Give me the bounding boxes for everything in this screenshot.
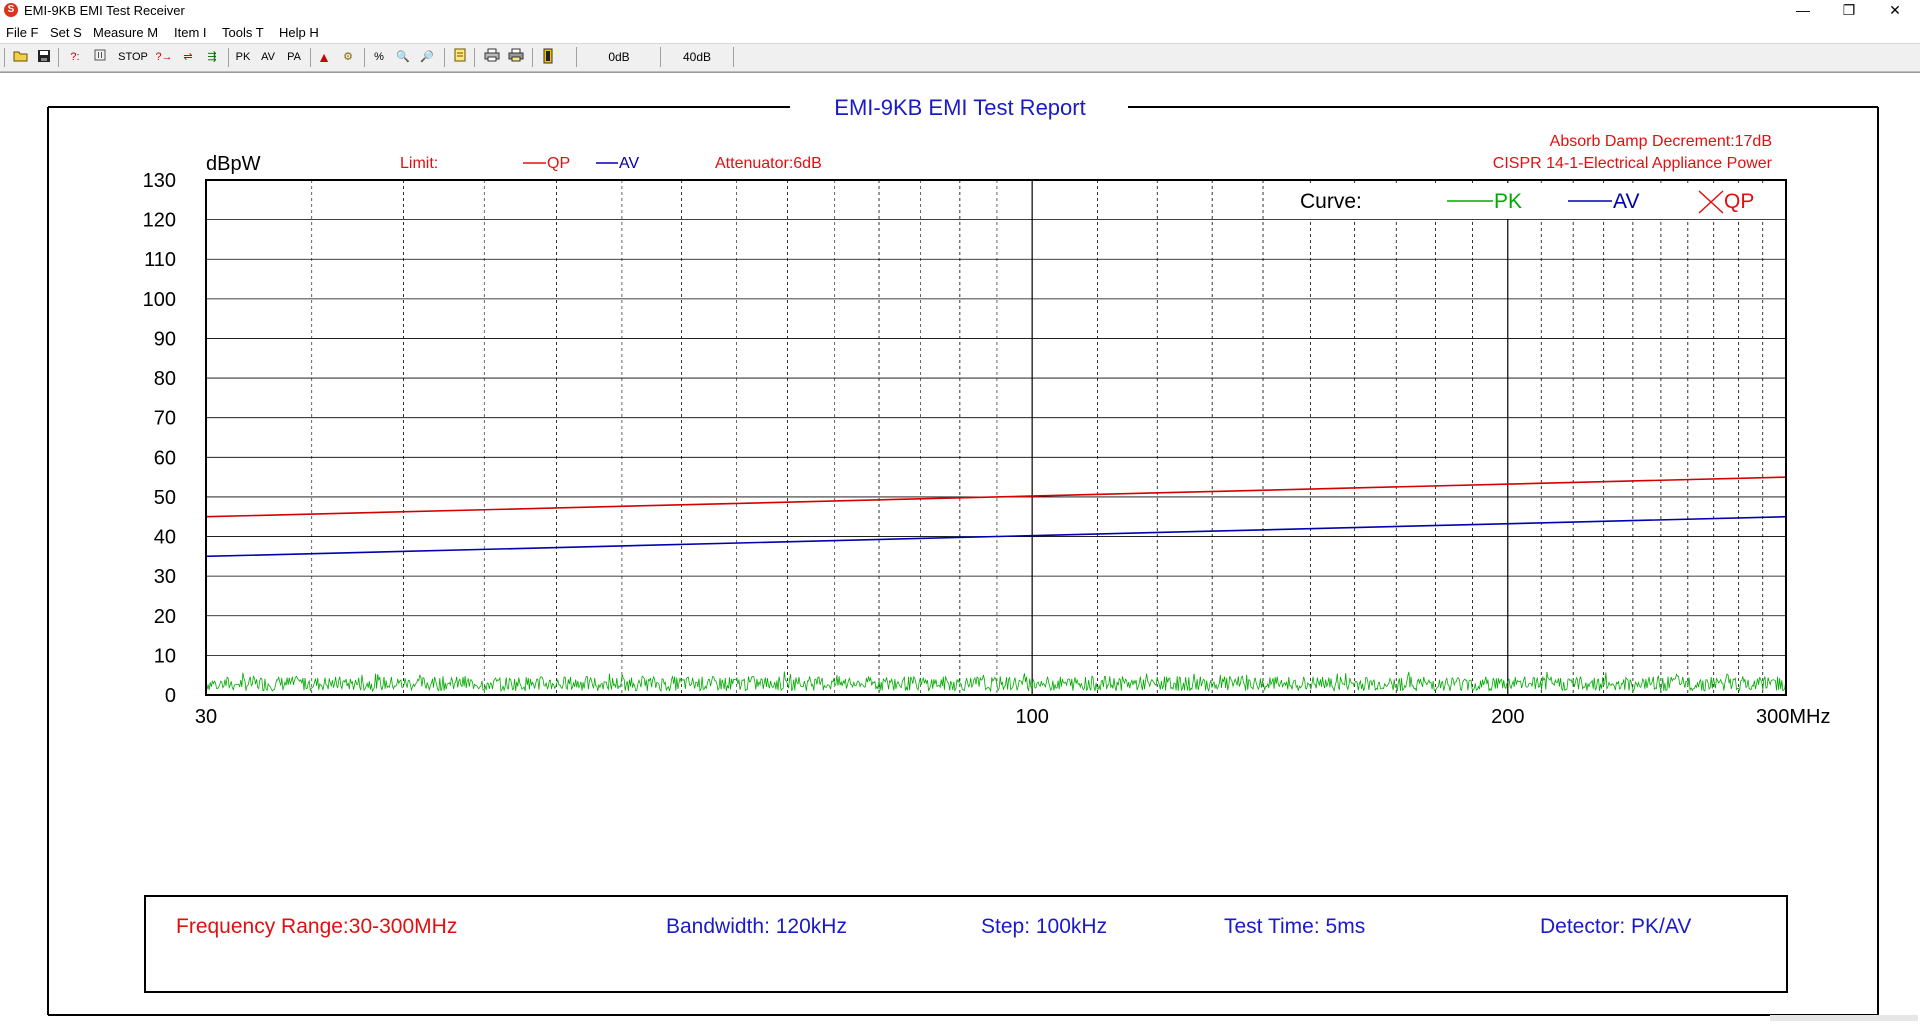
exit-icon[interactable] <box>540 48 556 66</box>
pk-button[interactable]: PK <box>234 48 252 66</box>
settings-icon[interactable]: ⚙ <box>338 48 358 66</box>
zoom-in-icon[interactable]: 🔍 <box>394 48 412 66</box>
y-axis-unit: dBpW <box>206 153 261 175</box>
report-svg: EMI-9KB EMI Test Report dBpW Limit: QP A… <box>47 95 1918 1021</box>
standard-label: CISPR 14-1-Electrical Appliance Power <box>1493 155 1773 172</box>
x-tick-label: 300MHz <box>1756 706 1830 728</box>
attenuator-label: Attenuator:6dB <box>715 155 822 172</box>
save-icon[interactable] <box>35 48 53 66</box>
close-button[interactable]: ✕ <box>1872 0 1918 22</box>
zoom-out-icon[interactable]: 🔎 <box>418 48 436 66</box>
print-icon[interactable] <box>482 48 502 66</box>
bandwidth-label: Bandwidth: 120kHz <box>666 915 847 938</box>
x-tick-labels: 30 100 200 300MHz <box>195 706 1831 728</box>
y-tick-label: 110 <box>144 249 176 271</box>
curve-label: Curve: <box>1300 190 1362 213</box>
stop-button[interactable]: STOP <box>116 48 150 66</box>
step-label: Step: 100kHz <box>981 915 1107 938</box>
y-tick-labels: 0 10 20 30 40 50 60 70 80 90 100 110 120 130 <box>143 170 176 707</box>
attenuation-0db-field[interactable]: 0dB <box>576 47 661 67</box>
limit-label: Limit: <box>400 155 438 172</box>
plot-grid <box>206 180 1786 695</box>
test-time-label: Test Time: 5ms <box>1224 915 1365 938</box>
help-icon[interactable]: ?: <box>64 48 86 66</box>
print-preview-icon[interactable] <box>506 48 526 66</box>
marker-icon[interactable]: ?→ <box>154 48 174 66</box>
app-icon: S <box>4 3 18 17</box>
menu-bar: File F Set S Measure M Item I Tools T He… <box>0 22 1920 43</box>
menu-tools[interactable]: Tools T <box>222 25 264 40</box>
frequency-range-label: Frequency Range:30-300MHz <box>176 915 457 938</box>
y-tick-label: 20 <box>154 606 176 628</box>
detector-label: Detector: PK/AV <box>1540 915 1691 938</box>
up-arrow-icon[interactable]: ▲ <box>316 48 332 66</box>
menu-measure[interactable]: Measure M <box>93 25 158 40</box>
y-tick-label: 130 <box>143 170 176 192</box>
limit-qp-label: QP <box>547 155 570 172</box>
export-icon[interactable]: ⇶ <box>202 48 222 66</box>
y-tick-label: 10 <box>154 645 176 667</box>
menu-item[interactable]: Item I <box>174 25 207 40</box>
open-folder-icon[interactable] <box>12 48 30 66</box>
restore-button[interactable]: ❐ <box>1826 0 1872 22</box>
attenuation-40db-field[interactable]: 40dB <box>660 47 734 67</box>
toolbar-grip <box>4 48 5 67</box>
pa-button[interactable]: PA <box>284 48 304 66</box>
damp-decrement-label: Absorb Damp Decrement:17dB <box>1550 133 1772 150</box>
info-box <box>144 895 1788 993</box>
curve-qp-label: QP <box>1724 190 1754 213</box>
title-bar: S EMI-9KB EMI Test Receiver — ❐ ✕ <box>0 0 1920 22</box>
report-area: EMI-9KB EMI Test Report dBpW Limit: QP A… <box>0 72 1920 1021</box>
pause-icon[interactable] <box>92 48 108 66</box>
curve-pk-label: PK <box>1494 190 1522 213</box>
resize-grip[interactable] <box>1770 1015 1918 1021</box>
menu-set[interactable]: Set S <box>50 25 82 40</box>
y-tick-label: 80 <box>154 368 176 390</box>
menu-file[interactable]: File F <box>6 25 39 40</box>
window-title: EMI-9KB EMI Test Receiver <box>24 3 185 18</box>
y-tick-label: 120 <box>143 210 176 232</box>
plot-frame <box>205 179 1787 696</box>
y-tick-label: 40 <box>154 527 176 549</box>
pk-trace <box>205 671 1787 693</box>
y-tick-label: 70 <box>154 408 176 430</box>
y-tick-label: 50 <box>154 487 176 509</box>
y-tick-label: 0 <box>165 685 176 707</box>
y-tick-label: 100 <box>143 289 176 311</box>
y-tick-label: 30 <box>154 566 176 588</box>
av-button[interactable]: AV <box>258 48 278 66</box>
x-tick-label: 100 <box>1015 706 1048 728</box>
menu-help[interactable]: Help H <box>279 25 319 40</box>
document-icon[interactable] <box>452 48 468 66</box>
toolbar: ?: STOP ?→ ⇌ ⇶ PK AV PA ▲ ⚙ % 🔍 🔎 0dB 40… <box>0 43 1920 72</box>
peak-search-icon[interactable]: ⇌ <box>178 48 198 66</box>
y-tick-label: 60 <box>154 447 176 469</box>
y-tick-label: 90 <box>154 328 176 350</box>
x-tick-label: 200 <box>1491 706 1524 728</box>
x-tick-label: 30 <box>195 706 217 728</box>
minimize-button[interactable]: — <box>1780 0 1826 22</box>
limit-av-label: AV <box>619 155 639 172</box>
percent-icon[interactable]: % <box>370 48 388 66</box>
curve-av-label: AV <box>1613 190 1639 213</box>
report-title: EMI-9KB EMI Test Report <box>834 95 1085 120</box>
plot-series <box>205 476 1787 693</box>
